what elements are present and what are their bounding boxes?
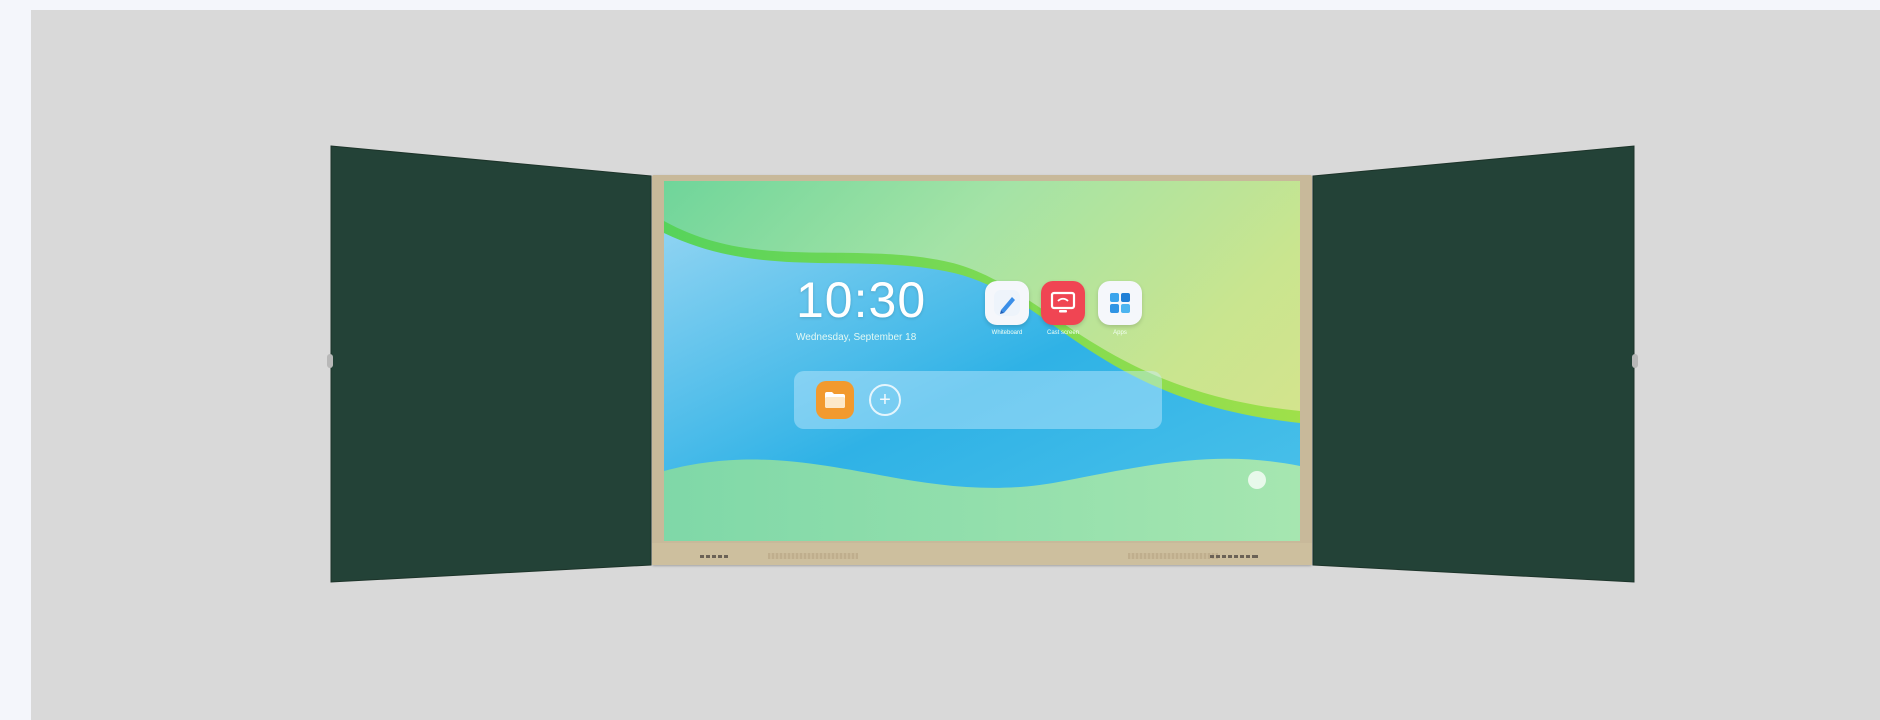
dock-bar: + <box>794 371 1162 429</box>
right-hinge-handle[interactable] <box>1632 354 1638 368</box>
pen-icon <box>985 281 1029 325</box>
left-speaker-grille <box>768 553 858 559</box>
right-chalkboard-wing[interactable] <box>1312 145 1635 583</box>
wallpaper-waves <box>664 221 1300 541</box>
left-port-strip <box>700 555 730 558</box>
screen-cast-icon <box>1041 281 1085 325</box>
clock-date: Wednesday, September 18 <box>796 332 917 343</box>
add-shortcut-button[interactable]: + <box>869 384 901 416</box>
app-whiteboard[interactable]: Whiteboard <box>977 281 1037 336</box>
folder-icon[interactable] <box>816 381 854 419</box>
left-hinge-handle[interactable] <box>327 354 333 368</box>
app-label: Whiteboard <box>991 330 1023 336</box>
display-screen[interactable]: 10:30 Wednesday, September 18 Whiteboard… <box>664 181 1300 541</box>
app-grid-icon <box>1098 281 1142 325</box>
plus-icon: + <box>879 389 891 411</box>
app-label: Cast screen <box>1046 330 1079 336</box>
floating-assistant-button[interactable] <box>1248 471 1266 489</box>
app-cast-screen[interactable]: Cast screen <box>1033 281 1093 336</box>
clock-time: 10:30 <box>796 272 927 328</box>
right-speaker-grille <box>1128 553 1218 559</box>
app-label: Apps <box>1113 330 1127 336</box>
left-chalkboard-wing[interactable] <box>330 145 652 583</box>
right-port-strip <box>1210 555 1260 558</box>
app-apps[interactable]: Apps <box>1090 281 1150 336</box>
